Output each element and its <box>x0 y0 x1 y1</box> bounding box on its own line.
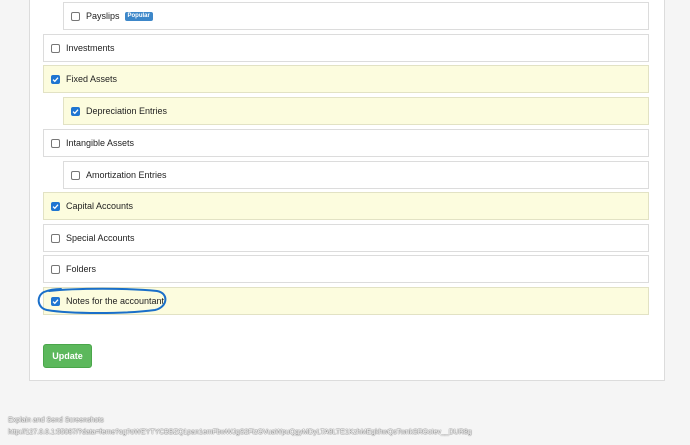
option-row-capital-accounts[interactable]: Capital Accounts <box>43 192 649 220</box>
option-row-investments[interactable]: Investments <box>43 34 649 62</box>
special-accounts-label: Special Accounts <box>66 233 135 243</box>
capital-accounts-checkbox[interactable] <box>51 201 60 211</box>
option-row-intangible-assets[interactable]: Intangible Assets <box>43 129 649 157</box>
fixed-assets-checkbox[interactable] <box>51 74 60 84</box>
fixed-assets-label: Fixed Assets <box>66 74 118 84</box>
option-row-depreciation-entries[interactable]: Depreciation Entries <box>63 97 649 125</box>
option-row-fixed-assets[interactable]: Fixed Assets <box>43 65 649 93</box>
amortization-entries-checkbox[interactable] <box>71 170 80 180</box>
option-row-special-accounts[interactable]: Special Accounts <box>43 224 649 252</box>
folders-checkbox[interactable] <box>51 264 60 274</box>
investments-label: Investments <box>66 43 115 53</box>
update-button[interactable]: Update <box>43 344 92 368</box>
payslips-checkbox[interactable] <box>71 11 80 21</box>
amortization-entries-label: Amortization Entries <box>86 170 167 180</box>
option-row-amortization-entries[interactable]: Amortization Entries <box>63 161 649 189</box>
intangible-assets-checkbox[interactable] <box>51 138 60 148</box>
intangible-assets-label: Intangible Assets <box>66 138 135 148</box>
capital-accounts-label: Capital Accounts <box>66 201 134 211</box>
status-line-url: http://127.0.0.1:55087/?data=feme?cg?oWE… <box>8 429 472 436</box>
payslips-label: Payslips <box>86 11 120 21</box>
notes-for-accountant-checkbox[interactable] <box>51 296 60 306</box>
option-row-folders[interactable]: Folders <box>43 255 649 283</box>
status-line-title: Explain and Send Screenshots <box>8 417 104 424</box>
investments-checkbox[interactable] <box>51 43 60 53</box>
special-accounts-checkbox[interactable] <box>51 233 60 243</box>
notes-for-accountant-label: Notes for the accountant <box>66 296 165 306</box>
folders-label: Folders <box>66 264 97 274</box>
option-row-notes-for-accountant[interactable]: Notes for the accountant <box>43 287 649 315</box>
depreciation-entries-label: Depreciation Entries <box>86 106 168 116</box>
popular-badge: Popular <box>124 11 153 21</box>
depreciation-entries-checkbox[interactable] <box>71 106 80 116</box>
option-row-payslips[interactable]: Payslips Popular <box>63 2 649 30</box>
